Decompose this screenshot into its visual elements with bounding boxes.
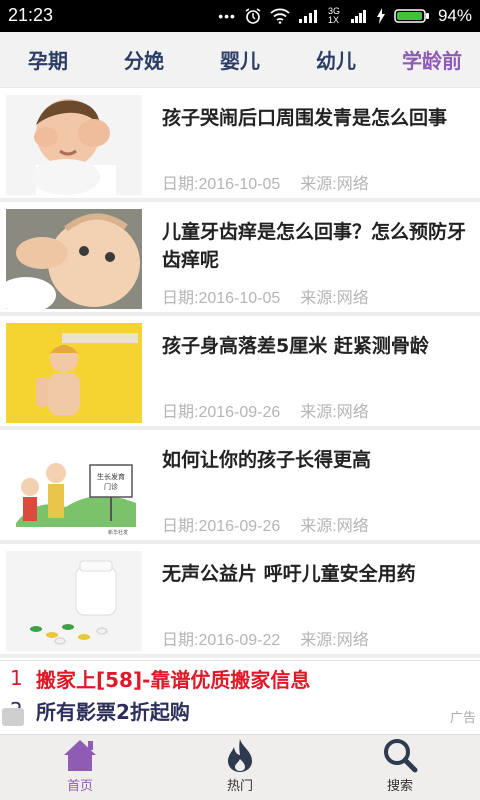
ad-link[interactable]: 1 搬家上[58]-靠谱优质搬家信息	[10, 664, 310, 693]
nav-home-label: 首页	[66, 779, 93, 794]
article-title[interactable]: 孩子哭闹后口周围发青是怎么回事	[162, 104, 480, 132]
article-title[interactable]: 儿童牙齿痒是怎么回事？怎么预防牙齿痒呢	[162, 218, 480, 274]
list-item[interactable]: 孩子身高落差5厘米 赶紧测骨龄 日期:2016-09-26 来源:网络	[0, 316, 480, 430]
nav-hot[interactable]: 热门	[160, 735, 320, 800]
notification-dots-icon: •••	[218, 8, 236, 24]
article-date: 日期:2016-10-05	[162, 176, 281, 193]
article-source: 来源:网络	[300, 518, 369, 535]
tab-infant[interactable]: 婴儿	[192, 32, 288, 87]
status-bar: 21:23 ••• 3G 1X 94%	[0, 0, 480, 32]
thumb-sign-line1: 生长发育	[97, 472, 125, 481]
article-meta: 日期:2016-09-26 来源:网络	[162, 512, 369, 536]
nav-search-label: 搜索	[386, 779, 413, 794]
signal-icon-2	[350, 10, 366, 23]
network-type: 3G 1X	[327, 6, 340, 25]
nav-home[interactable]: 首页	[0, 735, 160, 800]
ad-label: 广告	[449, 711, 476, 726]
article-thumbnail	[6, 209, 142, 309]
search-icon	[384, 739, 418, 773]
article-date: 日期:2016-09-26	[162, 404, 281, 421]
list-item[interactable]: 生长发育 门诊 新华社发 如何让你的孩子长得更高 日期:2016-09-26 来…	[0, 430, 480, 544]
article-thumbnail	[6, 323, 142, 423]
article-source: 来源:网络	[300, 404, 369, 421]
nav-search[interactable]: 搜索	[320, 735, 480, 800]
status-icons: ••• 3G 1X 94%	[218, 4, 472, 28]
ad-link[interactable]: 2 所有影票2折起购	[10, 696, 190, 725]
article-meta: 日期:2016-10-05 来源:网络	[162, 284, 369, 308]
list-item[interactable]: 儿童牙齿痒是怎么回事？怎么预防牙齿痒呢 日期:2016-10-05 来源:网络	[0, 202, 480, 316]
ad-banner: 1 搬家上[58]-靠谱优质搬家信息 2 所有影票2折起购 广告	[0, 660, 480, 732]
category-tabs: 孕期 分娩 婴儿 幼儿 学龄前	[0, 32, 480, 88]
article-source: 来源:网络	[300, 290, 369, 307]
article-list: 孩子哭闹后口周围发青是怎么回事 日期:2016-10-05 来源:网络 儿童牙齿…	[0, 88, 480, 658]
article-source: 来源:网络	[300, 632, 369, 649]
thumb-sign-line2: 门诊	[104, 482, 118, 491]
article-title[interactable]: 孩子身高落差5厘米 赶紧测骨龄	[162, 332, 480, 360]
article-meta: 日期:2016-09-22 来源:网络	[162, 626, 369, 650]
home-icon	[64, 740, 96, 771]
ad-image-icon	[2, 708, 24, 726]
article-meta: 日期:2016-10-05 来源:网络	[162, 170, 369, 194]
article-source: 来源:网络	[300, 176, 369, 193]
tab-delivery[interactable]: 分娩	[96, 32, 192, 87]
charging-icon	[376, 8, 385, 24]
clock: 21:23	[8, 5, 54, 25]
article-date: 日期:2016-09-22	[162, 632, 281, 649]
signal-icon	[298, 10, 317, 23]
alarm-icon	[245, 8, 261, 24]
tab-preschool[interactable]: 学龄前	[384, 32, 480, 87]
article-thumbnail	[6, 551, 142, 651]
tab-pregnancy[interactable]: 孕期	[0, 32, 96, 87]
battery-icon	[394, 9, 429, 23]
fire-icon	[228, 739, 252, 772]
list-item[interactable]: 孩子哭闹后口周围发青是怎么回事 日期:2016-10-05 来源:网络	[0, 88, 480, 202]
battery-percent: 94%	[437, 6, 472, 25]
wifi-icon	[270, 8, 290, 24]
article-meta: 日期:2016-09-26 来源:网络	[162, 398, 369, 422]
ad-text[interactable]: 搬家上[58]-靠谱优质搬家信息	[36, 664, 310, 693]
article-title[interactable]: 无声公益片 呼吁儿童安全用药	[162, 560, 480, 588]
thumb-caption: 新华社发	[108, 529, 128, 536]
article-title[interactable]: 如何让你的孩子长得更高	[162, 446, 480, 474]
article-thumbnail: 生长发育 门诊 新华社发	[6, 437, 142, 537]
tab-toddler[interactable]: 幼儿	[288, 32, 384, 87]
article-date: 日期:2016-10-05	[162, 290, 281, 307]
list-item[interactable]: 无声公益片 呼吁儿童安全用药 日期:2016-09-22 来源:网络	[0, 544, 480, 658]
article-thumbnail	[6, 95, 142, 195]
ad-text[interactable]: 所有影票2折起购	[36, 696, 190, 725]
bottom-nav: 首页 热门 搜索	[0, 734, 480, 800]
ad-index: 1	[10, 666, 23, 690]
nav-hot-label: 热门	[226, 779, 253, 794]
article-date: 日期:2016-09-26	[162, 518, 281, 535]
